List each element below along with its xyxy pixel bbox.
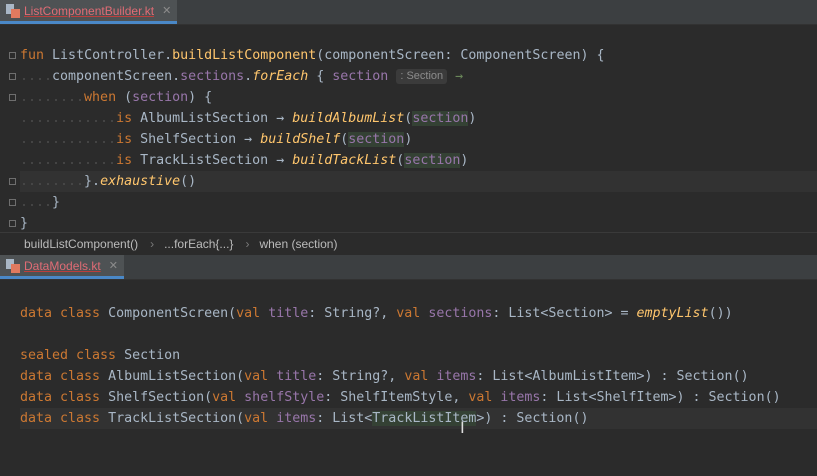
breadcrumb-item[interactable]: ...forEach{...} [164,237,233,251]
top-tab-bar: ListComponentBuilder.kt ✕ [0,0,817,25]
tab-label: ListComponentBuilder.kt [24,3,155,18]
code-line: fun ListController.buildListComponent(co… [20,48,605,63]
tab-listcomponentbuilder[interactable]: ListComponentBuilder.kt ✕ [0,0,178,24]
close-icon[interactable]: ✕ [162,4,171,17]
code-line: sealed class Section [20,348,181,363]
chevron-right-icon: › [150,237,155,251]
fold-marker-icon[interactable] [9,220,16,227]
code-line: data class ComponentScreen(val title: St… [20,306,733,321]
fold-marker-icon[interactable] [9,73,16,80]
code-line: ............is ShelfSection → buildShelf… [20,132,413,147]
text-cursor-icon: I [460,418,465,437]
code-line: ........when (section) { [20,90,213,105]
fold-marker-icon[interactable] [9,178,16,185]
editor-top[interactable]: fun ListController.buildListComponent(co… [0,25,817,232]
fold-marker-icon[interactable] [9,52,16,59]
close-icon[interactable]: ✕ [109,259,118,272]
tab-datamodels[interactable]: DataModels.kt ✕ [0,255,124,279]
code-line: ............is AlbumListSection → buildA… [20,111,477,126]
fold-marker-icon[interactable] [9,94,16,101]
code-line-current: data class TrackListSection(val items: L… [20,408,817,429]
kotlin-file-icon [6,258,20,273]
kotlin-file-icon [6,3,20,18]
code-line: ....} [20,195,61,210]
breadcrumb-item[interactable]: when (section) [259,237,337,251]
type-hint: : Section [396,68,448,84]
code-line-current: ........}.exhaustive() [20,171,817,192]
code-line: data class ShelfSection(val shelfStyle: … [20,390,781,405]
breadcrumb: buildListComponent() › ...forEach{...} ›… [0,232,817,255]
code-line: data class AlbumListSection(val title: S… [20,369,749,384]
bottom-tab-bar: DataModels.kt ✕ [0,255,817,280]
code-line: ............is TrackListSection → buildT… [20,153,469,168]
code-line: } [20,216,29,231]
tab-label: DataModels.kt [24,258,101,273]
code-line: ....componentScreen.sections.forEach { s… [20,68,464,84]
fold-marker-icon[interactable] [9,199,16,206]
chevron-right-icon: › [245,237,250,251]
editor-bottom[interactable]: data class ComponentScreen(val title: St… [0,280,817,476]
breadcrumb-item[interactable]: buildListComponent() [24,237,138,251]
